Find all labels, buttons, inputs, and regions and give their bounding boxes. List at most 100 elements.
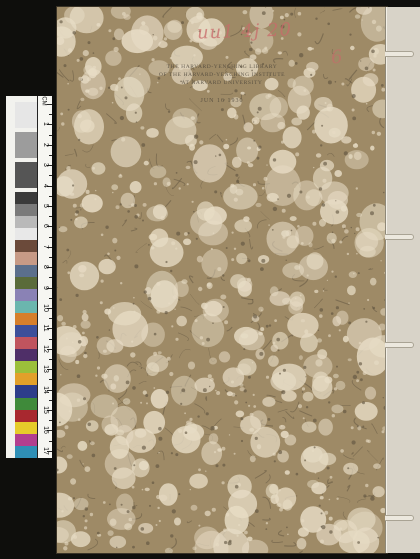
marble-speckle <box>133 310 136 313</box>
marble-vein <box>282 416 287 423</box>
marble-vein <box>60 445 66 449</box>
marble-vein <box>342 511 347 520</box>
marble-speckle <box>354 143 358 146</box>
marble-speckle <box>171 325 174 328</box>
marble-speckle <box>242 513 245 516</box>
marble-speckle <box>231 392 236 397</box>
marble-spot <box>129 181 142 194</box>
marble-speckle <box>272 10 275 12</box>
ruler-unit-label: CM <box>40 96 47 106</box>
marble-speckle <box>178 187 181 190</box>
marble-spot <box>235 410 245 418</box>
marble-speckle <box>285 259 287 261</box>
marble-spot <box>364 386 377 400</box>
marble-speckle <box>350 226 352 229</box>
marble-speckle <box>60 374 62 376</box>
marble-vein <box>220 192 223 198</box>
marble-speckle <box>70 218 73 221</box>
ruler-number: 3 <box>42 163 49 168</box>
marble-speckle <box>254 509 259 513</box>
marble-speckle <box>265 375 270 379</box>
marble-speckle <box>295 472 299 476</box>
ruler-number: 4 <box>42 183 49 188</box>
marble-speckle <box>324 510 329 515</box>
marble-vein <box>327 479 334 484</box>
marble-speckle <box>198 286 203 292</box>
marble-speckle <box>319 308 324 312</box>
marble-speckle <box>170 452 173 455</box>
marble-vein <box>314 298 323 309</box>
marble-spot <box>372 486 385 498</box>
marble-speckle <box>171 241 176 246</box>
marble-speckle <box>96 366 101 370</box>
marble-speckle <box>267 418 271 421</box>
ruler-tick <box>49 359 52 360</box>
marble-speckle <box>340 449 344 453</box>
marble-vein <box>256 219 267 229</box>
marble-vein <box>313 245 324 250</box>
marble-speckle <box>249 47 253 52</box>
marble-spot <box>146 128 159 138</box>
marble-spot <box>187 361 196 370</box>
marble-spot <box>262 396 276 407</box>
marble-speckle <box>178 428 183 433</box>
marble-speckle <box>230 506 233 510</box>
marble-speckle <box>321 124 324 127</box>
marble-vein <box>130 227 138 232</box>
marble-speckle <box>157 506 160 510</box>
marble-spot <box>201 441 223 465</box>
marble-vein <box>351 451 354 455</box>
marble-spot <box>85 189 90 194</box>
marble-speckle <box>73 535 78 539</box>
ruler-tick <box>49 175 52 177</box>
marble-speckle <box>320 512 323 515</box>
marble-speckle <box>272 206 278 212</box>
marble-speckle <box>238 523 241 527</box>
marble-speckle <box>268 324 272 327</box>
marble-speckle <box>352 374 358 380</box>
marble-speckle <box>125 380 130 385</box>
marble-vein <box>57 286 58 289</box>
marble-speckle <box>75 218 78 221</box>
marble-speckle <box>281 140 285 144</box>
marble-spot <box>57 315 64 322</box>
marble-speckle <box>313 446 316 449</box>
marble-spot <box>333 373 339 379</box>
marble-speckle <box>225 55 229 59</box>
ruler-tick <box>49 297 52 299</box>
marble-speckle <box>261 258 266 263</box>
marble-vein <box>162 7 173 18</box>
marble-vein <box>173 178 186 187</box>
marble-speckle <box>367 298 370 302</box>
marble-speckle <box>356 252 358 255</box>
marble-speckle <box>170 269 173 273</box>
marble-speckle <box>76 58 80 62</box>
marble-spot <box>130 352 136 358</box>
marble-spot <box>81 313 89 322</box>
marble-vein <box>260 211 270 220</box>
marble-speckle <box>330 312 334 315</box>
marble-spot <box>374 360 379 366</box>
marble-speckle <box>357 272 360 275</box>
marble-speckle <box>331 270 334 273</box>
marble-speckle <box>212 322 214 325</box>
marble-speckle <box>162 39 164 42</box>
marble-speckle <box>261 186 265 190</box>
marble-vein <box>340 235 349 243</box>
marble-spot <box>264 165 301 207</box>
marble-spot <box>150 389 169 409</box>
marble-speckle <box>175 247 178 250</box>
marble-speckle <box>67 271 71 275</box>
marble-vein <box>277 530 285 537</box>
marble-speckle <box>274 319 277 322</box>
marble-speckle <box>363 494 367 498</box>
marble-speckle <box>346 252 350 256</box>
marble-spot <box>107 302 142 326</box>
marble-speckle <box>317 477 320 479</box>
marble-speckle <box>299 190 303 194</box>
stitch-thread <box>385 51 414 57</box>
marble-speckle <box>258 145 262 149</box>
checker-title <box>6 96 14 192</box>
marble-speckle <box>371 130 375 135</box>
marble-spot <box>260 327 265 332</box>
